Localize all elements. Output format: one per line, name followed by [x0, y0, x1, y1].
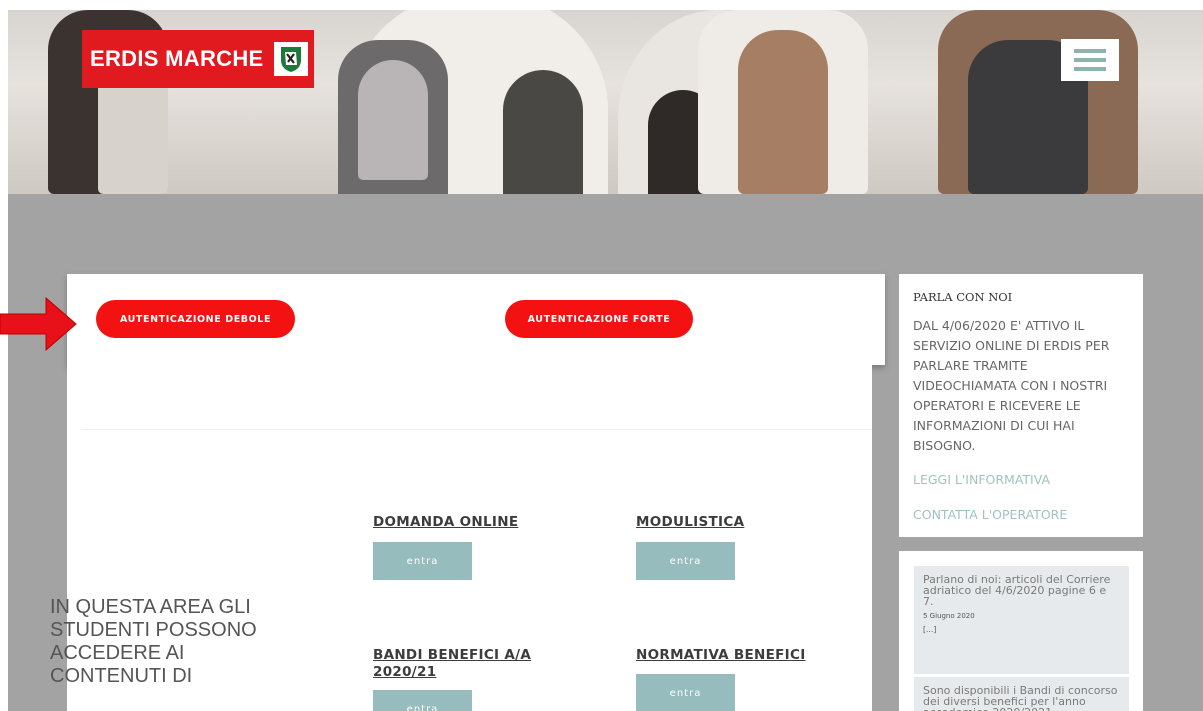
sidebar-text: DAL 4/06/2020 E' ATTIVO IL SERVIZIO ONLI… [913, 318, 1110, 453]
weak-auth-button[interactable]: AUTENTICAZIONE DEBOLE [96, 300, 295, 338]
erdis-logo[interactable]: ERDIS MARCHE [82, 30, 314, 88]
enter-button-bandi-benefici[interactable]: entra [373, 690, 472, 711]
intro-text: IN QUESTA AREA GLI STUDENTI POSSONO ACCE… [50, 596, 257, 687]
section-title-modulistica[interactable]: MODULISTICA [636, 514, 744, 531]
section-title-domanda-online[interactable]: DOMANDA ONLINE [373, 514, 518, 531]
enter-button-modulistica[interactable]: entra [636, 542, 735, 580]
news-item[interactable]: Sono disponibili i Bandi di concorso dei… [914, 677, 1129, 711]
marche-emblem-icon [273, 42, 308, 76]
logo-text: ERDIS MARCHE [90, 46, 264, 71]
red-arrow-icon [0, 296, 77, 352]
news-title: Sono disponibili i Bandi di concorso dei… [923, 684, 1118, 711]
hamburger-menu-icon[interactable] [1061, 39, 1119, 81]
page-frame: ERDIS MARCHE AUTENTICAZIONE DEBOLE AUTEN… [8, 10, 1203, 711]
section-title-bandi-benefici[interactable]: BANDI BENEFICI A/A 2020/21 [373, 647, 553, 681]
sidebar-title: PARLA CON NOI [913, 290, 1013, 304]
news-item[interactable]: Parlano di noi: articoli del Corriere ad… [914, 566, 1129, 674]
news-box: Parlano di noi: articoli del Corriere ad… [899, 551, 1143, 711]
strong-auth-button[interactable]: AUTENTICAZIONE FORTE [505, 300, 693, 338]
enter-button-normativa-benefici[interactable]: entra [636, 674, 735, 711]
sidebar-contact-box: PARLA CON NOI DAL 4/06/2020 E' ATTIVO IL… [899, 274, 1143, 537]
enter-button-domanda-online[interactable]: entra [373, 542, 472, 580]
authentication-panel: AUTENTICAZIONE DEBOLE AUTENTICAZIONE FOR… [67, 274, 885, 365]
contact-operator-link[interactable]: CONTATTA L'OPERATORE [913, 507, 1067, 522]
news-date: 5 Giugno 2020 [923, 612, 975, 620]
section-title-normativa-benefici[interactable]: NORMATIVA BENEFICI [636, 647, 806, 664]
news-more-link[interactable]: […] [923, 625, 1120, 634]
read-info-link[interactable]: LEGGI L'INFORMATIVA [913, 472, 1050, 487]
panel-band [67, 365, 872, 429]
news-title: Parlano di noi: articoli del Corriere ad… [923, 573, 1111, 608]
hero-banner: ERDIS MARCHE [8, 10, 1203, 194]
